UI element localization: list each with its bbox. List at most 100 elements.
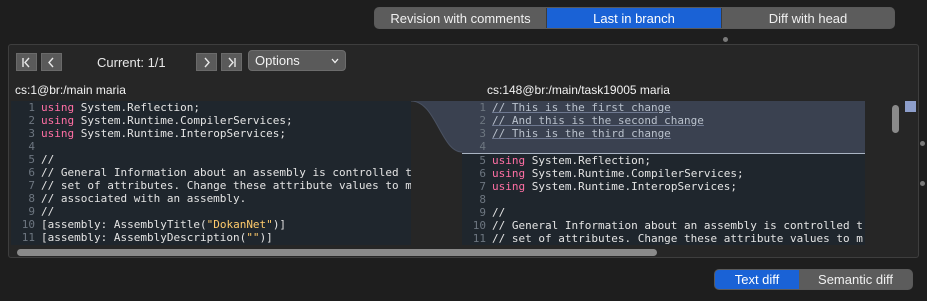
code-token: "" (246, 231, 260, 244)
code-line[interactable]: 9 // (11, 205, 411, 218)
code-token: )] (259, 231, 273, 244)
code-line[interactable]: 8 (462, 193, 865, 206)
last-difference-icon (228, 57, 236, 67)
side-splitter-handle-icon[interactable] (920, 141, 925, 146)
code-token: // associated with an assembly. (41, 192, 247, 205)
code-line[interactable]: 9 // (462, 206, 865, 219)
next-difference-button[interactable] (195, 53, 217, 71)
code-token: using (492, 167, 526, 180)
code-token: // (41, 205, 55, 218)
vertical-scroll-thumb[interactable] (892, 105, 899, 133)
code-token: // And this is the second change (492, 114, 704, 127)
line-number: 8 (28, 192, 35, 205)
last-in-branch-tab[interactable]: Last in branch (547, 8, 722, 28)
line-number: 6 (28, 166, 35, 179)
side-splitter-handle-icon-2[interactable] (920, 181, 925, 186)
code-token: [assembly: AssemblyTitle( (41, 218, 207, 231)
code-line[interactable]: 2 using System.Runtime.CompilerServices; (11, 114, 411, 127)
horizontal-scrollbar[interactable] (17, 249, 657, 256)
options-dropdown[interactable]: Options (248, 50, 346, 71)
line-number: 5 (479, 154, 486, 167)
chevron-down-icon (331, 58, 339, 63)
code-token: System.Runtime.CompilerServices; (525, 167, 744, 180)
line-number: 2 (28, 114, 35, 127)
code-token: // (492, 206, 506, 219)
code-token: )] (272, 218, 287, 231)
code-line[interactable]: 4 (11, 140, 411, 153)
left-pane-header: cs:1@br:/main maria (15, 83, 126, 97)
code-token: System.Runtime.InteropServices; (525, 180, 738, 193)
code-line[interactable]: 3 using System.Runtime.InteropServices; (11, 127, 411, 140)
code-line[interactable]: 5 // (11, 153, 411, 166)
code-token: // General Information about an assembly… (41, 166, 411, 179)
code-line[interactable]: 7 // set of attributes. Change these attr… (11, 179, 411, 192)
code-token: // General Information about an assembly… (492, 219, 863, 232)
diff-overview-marker[interactable] (905, 101, 916, 112)
code-token: System.Reflection; (525, 154, 651, 167)
first-difference-icon (22, 57, 30, 67)
diff-mode-switcher: Text diff Semantic diff (714, 269, 913, 290)
previous-difference-icon (48, 57, 54, 67)
diff-connector (411, 101, 462, 245)
line-number: 3 (28, 127, 35, 140)
line-number: 8 (479, 193, 486, 206)
revision-with-comments-tab[interactable]: Revision with comments (375, 8, 547, 28)
line-number: 9 (479, 206, 486, 219)
code-line[interactable]: 8 // associated with an assembly. (11, 192, 411, 205)
line-number: 9 (28, 205, 35, 218)
code-token: // set of attributes. Change these attri… (41, 179, 411, 192)
code-line[interactable]: 1 using System.Reflection; (11, 101, 411, 114)
view-switcher: Revision with comments Last in branch Di… (374, 7, 895, 29)
previous-difference-button[interactable] (41, 53, 62, 71)
line-number: 2 (479, 114, 486, 127)
line-number: 4 (28, 140, 35, 153)
right-pane-header: cs:148@br:/main/task19005 maria (487, 83, 670, 97)
line-number: 11 (21, 231, 35, 244)
last-difference-button[interactable] (220, 53, 242, 71)
code-line[interactable]: 4 (462, 140, 865, 153)
semantic-diff-tab[interactable]: Semantic diff (799, 270, 912, 289)
line-number: 3 (479, 127, 486, 140)
splitter-handle-icon[interactable] (723, 37, 728, 42)
line-number: 11 (472, 232, 486, 245)
code-token: System.Runtime.CompilerServices; (74, 114, 293, 127)
code-token: // set of attributes. Change these attri… (492, 232, 863, 245)
code-line[interactable]: 7 using System.Runtime.InteropServices; (462, 180, 865, 193)
code-line[interactable]: 6 using System.Runtime.CompilerServices; (462, 167, 865, 180)
code-line[interactable]: 3 // This is the third change (462, 127, 865, 140)
code-line[interactable]: 1 // This is the first change (462, 101, 865, 114)
code-line[interactable]: 10 // General Information about an assemb… (462, 219, 865, 232)
first-difference-button[interactable] (16, 53, 37, 71)
code-token: using (492, 180, 526, 193)
code-token: [assembly: AssemblyDescription( (41, 231, 247, 244)
current-difference-label: Current: 1/1 (97, 54, 166, 70)
left-code-pane[interactable]: 1 using System.Reflection; 2 using System.R… (11, 101, 411, 245)
code-token: System.Runtime.InteropServices; (74, 127, 287, 140)
code-token: using (492, 154, 526, 167)
line-number: 7 (479, 180, 486, 193)
diff-panel: Current: 1/1 Options cs:1@br:/main maria… (8, 44, 919, 258)
code-line[interactable]: 2 // And this is the second change (462, 114, 865, 127)
code-token: "DokanNet" (206, 218, 273, 231)
navigation-toolbar: Current: 1/1 (16, 51, 242, 73)
diff-with-head-tab[interactable]: Diff with head (722, 8, 894, 28)
code-token: // This is the first change (492, 101, 671, 114)
code-token: using (41, 114, 75, 127)
code-token: using (41, 127, 75, 140)
text-diff-tab[interactable]: Text diff (715, 270, 799, 289)
line-number: 1 (28, 101, 35, 114)
code-line[interactable]: 11 [assembly: AssemblyDescription("")] (11, 231, 411, 244)
line-number: 7 (28, 179, 35, 192)
next-difference-icon (204, 57, 210, 67)
code-line[interactable]: 5 using System.Reflection; (462, 153, 865, 167)
code-line[interactable]: 11 // set of attributes. Change these att… (462, 232, 865, 245)
right-code-pane[interactable]: 1 // This is the first change 2 // And this… (462, 101, 865, 245)
options-label: Options (255, 53, 300, 68)
code-line[interactable]: 10 [assembly: AssemblyTitle("DokanNet")] (11, 218, 411, 231)
code-token: // This is the third change (492, 127, 671, 140)
line-number: 10 (21, 218, 35, 231)
code-token: using (41, 101, 75, 114)
code-line[interactable]: 6 // General Information about an assembl… (11, 166, 411, 179)
vertical-scrollbar[interactable] (889, 101, 903, 245)
line-number: 5 (28, 153, 35, 166)
